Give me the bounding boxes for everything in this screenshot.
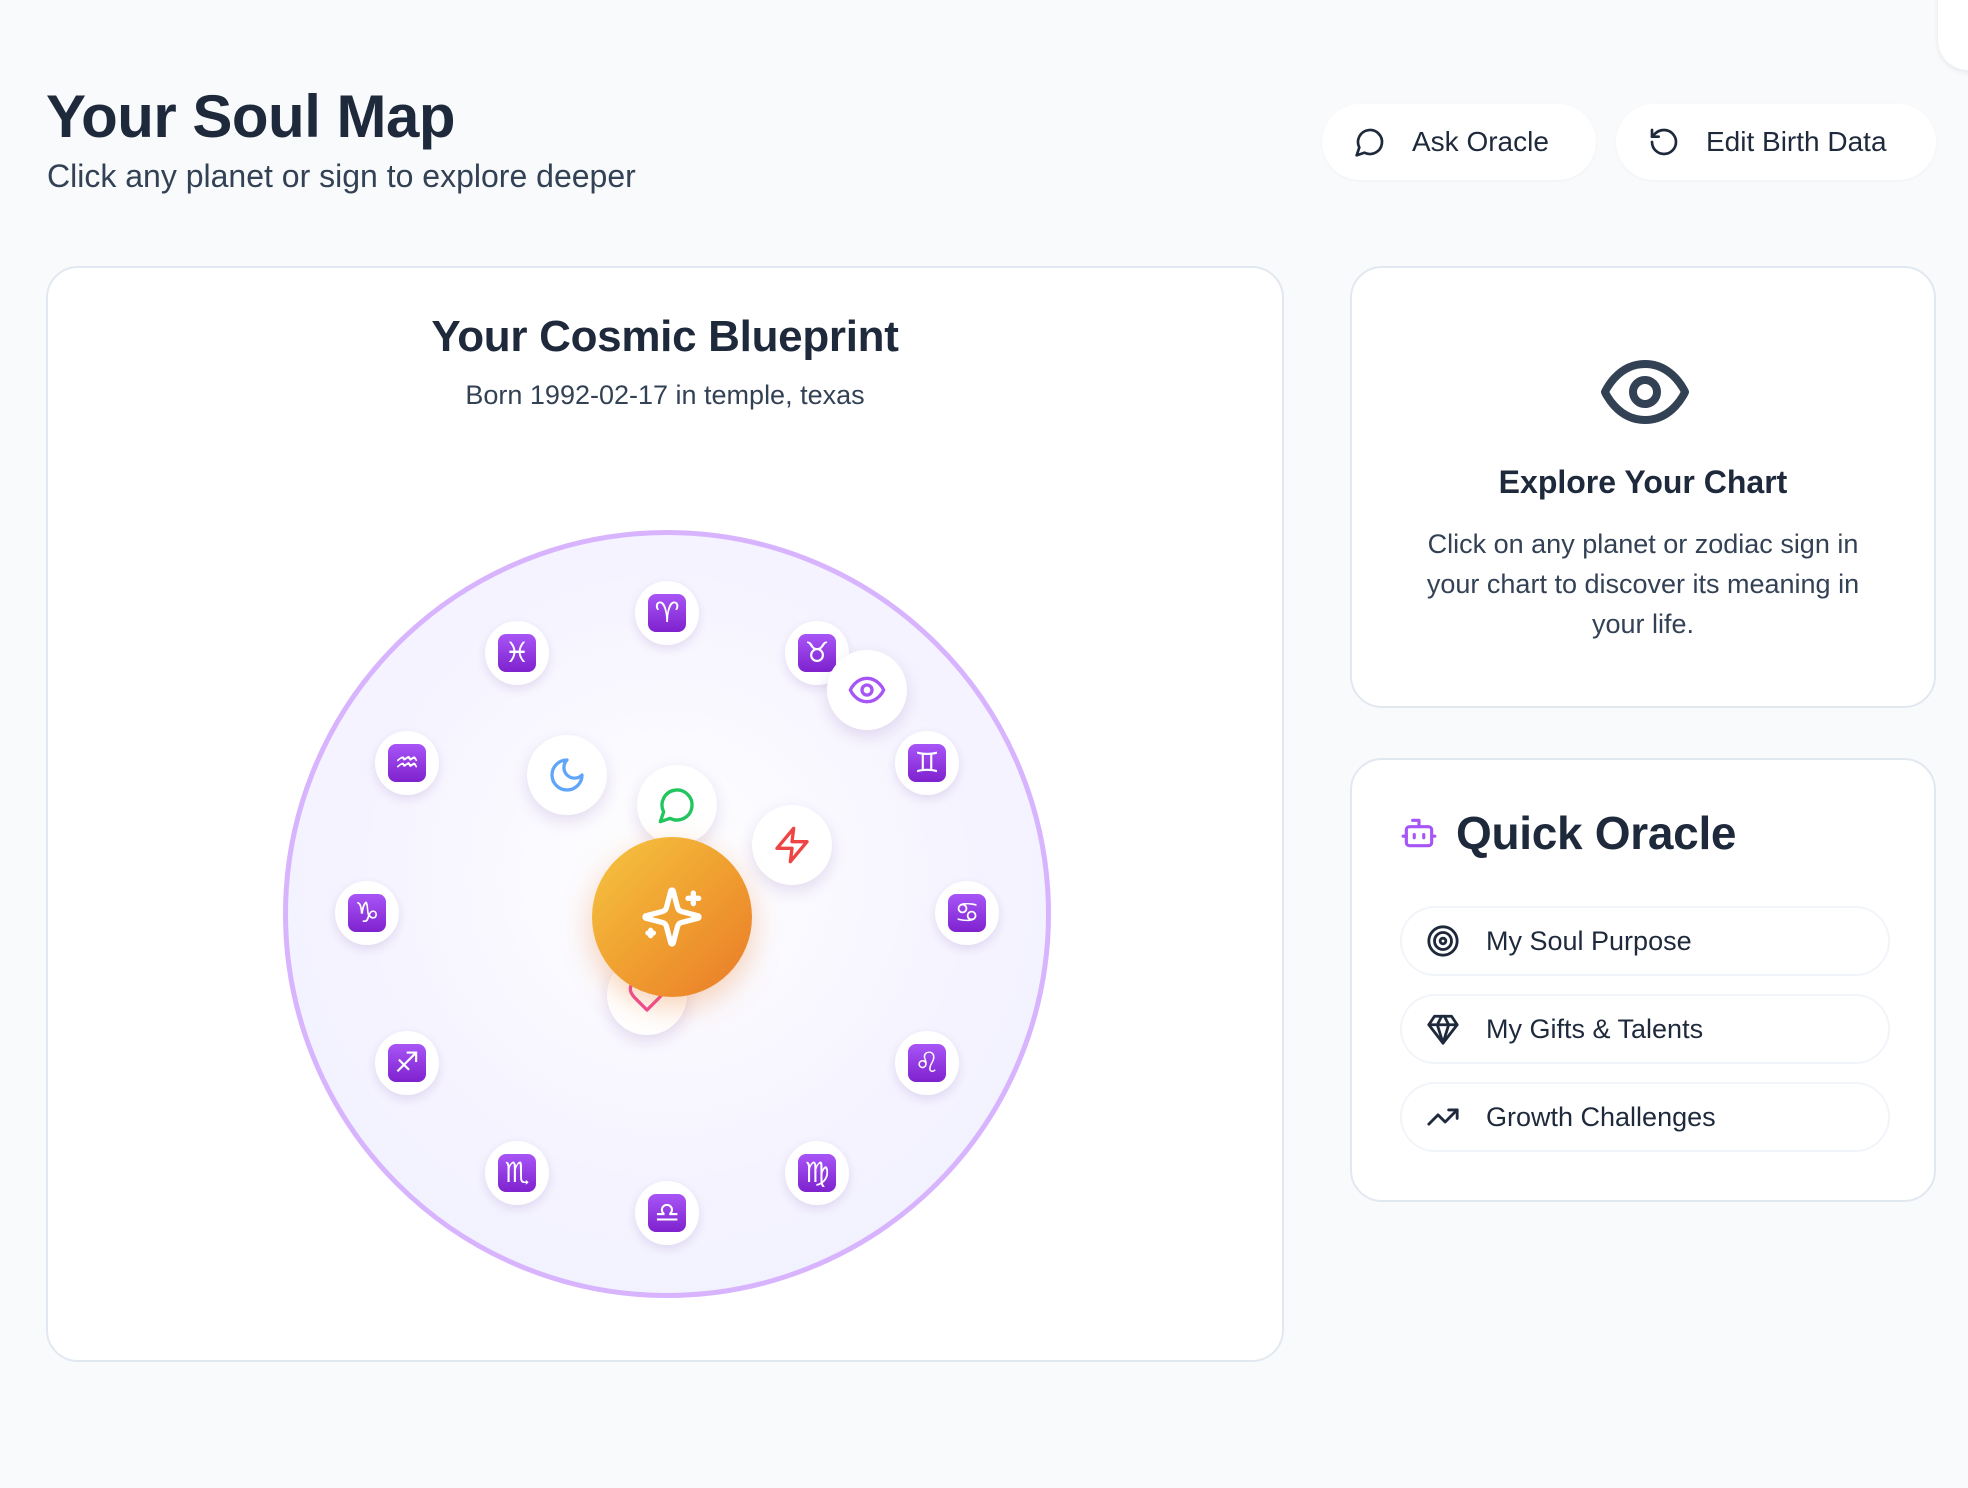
explore-text: Click on any planet or zodiac sign in yo… <box>1426 529 1860 639</box>
capricorn-icon: ♑ <box>348 894 386 932</box>
rotate-ccw-icon <box>1650 128 1678 156</box>
page-title: Your Soul Map <box>46 83 456 150</box>
planet-eye[interactable] <box>827 650 907 730</box>
gem-icon <box>1427 1014 1459 1045</box>
quick-oracle-header: Quick Oracle <box>1400 806 1737 860</box>
message-circle-icon <box>658 788 694 824</box>
cancer-icon: ♋ <box>948 894 986 932</box>
lightning-icon <box>775 826 809 864</box>
pisces-icon: ♓ <box>498 634 536 672</box>
aries-icon: ♈ <box>648 594 686 632</box>
natal-wheel: ♈ ♉ ♊ ♋ ♌ ♍ ♎ ♏ ♐ ♑ ♒ ♓ <box>283 530 1051 1298</box>
eye-icon <box>1601 360 1689 424</box>
quick-oracle-title: Quick Oracle <box>1456 807 1737 859</box>
sign-pisces[interactable]: ♓ <box>485 621 549 685</box>
page-subtitle: Click any planet or sign to explore deep… <box>47 158 636 194</box>
explore-title: Explore Your Chart <box>1498 464 1788 500</box>
growth-challenges-button[interactable]: Growth Challenges <box>1400 1082 1890 1152</box>
sagittarius-icon: ♐ <box>388 1044 426 1082</box>
soul-purpose-button[interactable]: My Soul Purpose <box>1400 906 1890 976</box>
chart-title: Your Cosmic Blueprint <box>431 312 899 361</box>
cosmic-blueprint-card: Your Cosmic Blueprint Born 1992-02-17 in… <box>46 266 1284 1362</box>
planet-mercury[interactable] <box>637 765 717 845</box>
sign-scorpio[interactable]: ♏ <box>485 1141 549 1205</box>
sign-libra[interactable]: ♎ <box>635 1181 699 1245</box>
sign-gemini[interactable]: ♊ <box>895 731 959 795</box>
quick-oracle-card: Quick Oracle My Soul Purpose My Gifts & … <box>1350 758 1936 1202</box>
ask-oracle-button[interactable]: Ask Oracle <box>1322 104 1596 180</box>
scorpio-icon: ♏ <box>498 1154 536 1192</box>
sign-aries[interactable]: ♈ <box>635 581 699 645</box>
sign-aquarius[interactable]: ♒ <box>375 731 439 795</box>
explore-chart-card: Explore Your Chart Click on any planet o… <box>1350 266 1936 708</box>
growth-challenges-label: Growth Challenges <box>1486 1101 1716 1132</box>
planet-moon[interactable] <box>527 735 607 815</box>
birth-info: Born 1992-02-17 in temple, texas <box>465 380 865 410</box>
planet-mars[interactable] <box>752 805 832 885</box>
aquarius-icon: ♒ <box>388 744 426 782</box>
gifts-talents-label: My Gifts & Talents <box>1486 1013 1704 1044</box>
message-circle-icon <box>1355 128 1384 157</box>
sign-cancer[interactable]: ♋ <box>935 881 999 945</box>
gifts-talents-button[interactable]: My Gifts & Talents <box>1400 994 1890 1064</box>
planet-sun[interactable] <box>592 837 752 997</box>
soul-map-page: Your Soul Map Click any planet or sign t… <box>0 0 1968 1488</box>
gemini-icon: ♊ <box>908 744 946 782</box>
edit-birth-data-button[interactable]: Edit Birth Data <box>1616 104 1936 180</box>
trending-up-icon <box>1427 1108 1459 1126</box>
edit-birth-data-label: Edit Birth Data <box>1706 126 1887 157</box>
bot-icon <box>1401 818 1437 848</box>
target-icon <box>1427 925 1459 957</box>
sign-capricorn[interactable]: ♑ <box>335 881 399 945</box>
libra-icon: ♎ <box>648 1194 686 1232</box>
taurus-icon: ♉ <box>798 634 836 672</box>
sparkles-icon <box>642 887 702 947</box>
soul-purpose-label: My Soul Purpose <box>1486 925 1692 956</box>
moon-icon <box>550 758 584 792</box>
eye-icon <box>848 676 886 704</box>
virgo-icon: ♍ <box>798 1154 836 1192</box>
corner-toggle[interactable] <box>1938 0 1968 70</box>
sign-leo[interactable]: ♌ <box>895 1031 959 1095</box>
leo-icon: ♌ <box>908 1044 946 1082</box>
ask-oracle-label: Ask Oracle <box>1412 126 1549 157</box>
sign-sagittarius[interactable]: ♐ <box>375 1031 439 1095</box>
sign-virgo[interactable]: ♍ <box>785 1141 849 1205</box>
